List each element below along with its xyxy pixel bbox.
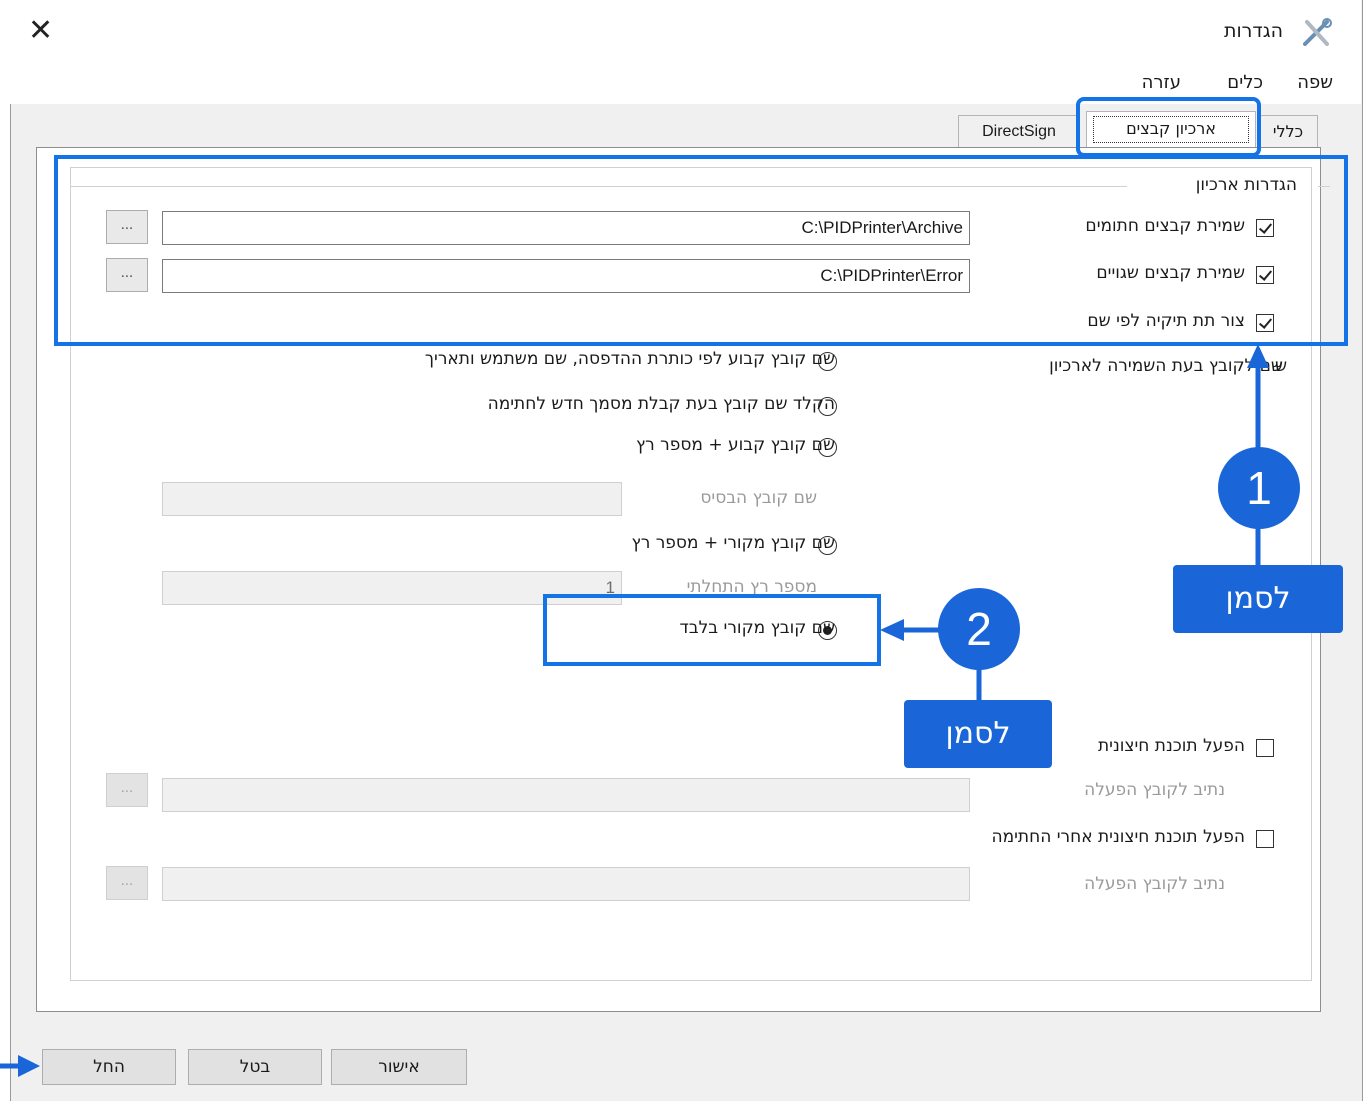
annotation-arrows	[0, 344, 1269, 1077]
annotation-tag-1: לסמן	[1173, 565, 1343, 633]
annotation-badge-1: 1	[1218, 447, 1300, 529]
annotation-tag-2: לסמן	[904, 700, 1052, 768]
annotation-badge-2: 2	[938, 588, 1020, 670]
